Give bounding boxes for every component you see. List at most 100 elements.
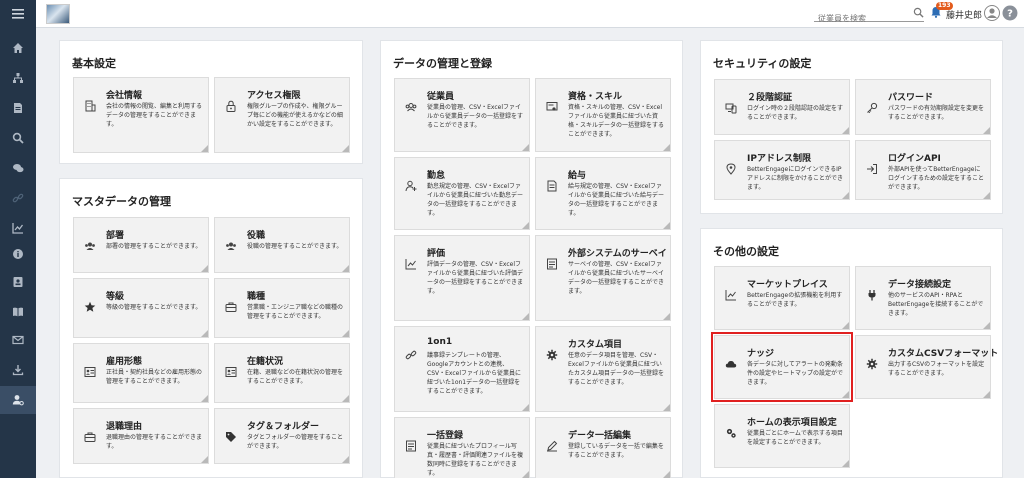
card-title: 雇用形態 xyxy=(106,357,143,367)
card-data-connection[interactable]: データ接続設定 他のサービスのAPI・RPAとBetterEngageを接続する… xyxy=(855,266,991,330)
card-title: パスワード xyxy=(888,93,934,103)
mail-icon[interactable] xyxy=(0,326,36,354)
card-title: ナッジ xyxy=(747,349,775,359)
panel-title: 基本設定 xyxy=(72,57,116,70)
chat-icon[interactable] xyxy=(0,154,36,182)
card-bulk-edit[interactable]: データ一括編集 登録しているデータを一括で編集をすることができます。 xyxy=(535,417,671,478)
card-description: 役職の管理をすることができます。 xyxy=(247,243,343,250)
card-description: 等級の管理をすることができます。 xyxy=(106,304,202,311)
card-title: 部署 xyxy=(106,231,125,241)
survey-icon xyxy=(547,258,557,270)
card-salary[interactable]: 給与 給与規定の管理、CSV・Excelファイルから従業員に紐づいた給与データの… xyxy=(535,157,671,230)
search-input[interactable] xyxy=(814,11,906,26)
chart-line-icon xyxy=(725,290,736,301)
menu-icon[interactable] xyxy=(0,0,36,28)
card-title: ログインAPI xyxy=(888,154,941,164)
gears-icon xyxy=(726,428,736,438)
department-icon xyxy=(85,242,95,250)
card-description: 従業員に紐づいたプロフィール写真・履歴書・評価関連ファイルを複数同時に登録をする… xyxy=(427,443,524,477)
card-description: 他のサービスのAPI・RPAとBetterEngageを接続することができます。 xyxy=(888,292,984,317)
card-title: ２段階認証 xyxy=(747,93,793,103)
card-job-type[interactable]: 職種 営業職・エンジニア職などの職種の管理をすることができます。 xyxy=(214,278,350,338)
card-title: 外部システムのサーベイ xyxy=(568,249,667,259)
card-password[interactable]: パスワード パスワードの有効期限設定を変更をすることができます。 xyxy=(855,79,991,135)
user-name[interactable]: 藤井史郎 xyxy=(946,8,982,21)
card-position[interactable]: 役職 役職の管理をすることができます。 xyxy=(214,217,350,273)
search-icon[interactable] xyxy=(0,124,36,152)
card-enrollment-status[interactable]: 在籍状況 在籍、退職などの在籍状況の管理をすることができます。 xyxy=(214,343,350,403)
download-icon[interactable] xyxy=(0,356,36,384)
card-login-api[interactable]: ログインAPI 外部APIを使ってBetterEngageにログインするための設… xyxy=(855,140,991,200)
card-description: 従業員ごとにホームで表示する項目を設定することができます。 xyxy=(747,430,843,446)
card-title: 勤怠 xyxy=(427,171,446,181)
home-icon[interactable] xyxy=(0,34,36,62)
card-access-rights[interactable]: アクセス権限 権限グループの作成や、権限グループ毎にどの機能が使えるかなどの細か… xyxy=(214,77,350,153)
avatar-icon[interactable] xyxy=(984,5,1000,21)
card-title: カスタム項目 xyxy=(568,340,623,350)
link-icon[interactable] xyxy=(0,184,36,212)
card-title: 退職理由 xyxy=(106,422,143,432)
panel-title: マスタデータの管理 xyxy=(72,195,171,208)
plug-icon xyxy=(868,290,876,301)
top-header: 193 藤井史郎 ? xyxy=(36,0,1024,28)
user-settings-icon[interactable] xyxy=(0,386,36,414)
card-evaluation[interactable]: 評価 評価データの管理、CSV・Excelファイルから従業員に紐づいた評価データ… xyxy=(394,235,530,321)
lock-icon xyxy=(226,100,236,112)
card-external-survey[interactable]: 外部システムのサーベイ サーベイの管理、CSV・Excelファイルから従業員に紐… xyxy=(535,235,671,321)
map-pin-icon xyxy=(726,163,736,175)
panel-master-data: マスタデータの管理 部署 部署の管理をすることができます。 役職 役職の管理をす… xyxy=(59,178,363,478)
info-icon[interactable] xyxy=(0,240,36,268)
card-1on1[interactable]: 1on1 議事録テンプレートの管理、Googleアカウントとの連携、CSV・Ex… xyxy=(394,326,530,412)
card-qualification-skill[interactable]: 資格・スキル 資格・スキルの管理、CSV・Excelファイルから従業員に紐づいた… xyxy=(535,78,671,152)
help-icon[interactable]: ? xyxy=(1002,5,1018,21)
card-title: 職種 xyxy=(247,292,266,302)
card-marketplace[interactable]: マーケットプレイス BetterEngageの拡張機能を利用することができます。 xyxy=(714,266,850,330)
card-title: マーケットプレイス xyxy=(747,280,828,290)
card-department[interactable]: 部署 部署の管理をすることができます。 xyxy=(73,217,209,273)
card-nudge[interactable]: ナッジ 各データに対してアラートの発動条件の設定やヒートマップの設定ができます。 xyxy=(711,332,853,402)
card-description: 従業員の管理、CSV・Excelファイルから従業員データの一括登録をすることがで… xyxy=(427,104,524,129)
card-company-info[interactable]: 会社情報 会社の情報の閲覧、編集と利用する データの管理をすることができます。 xyxy=(73,77,209,153)
document-icon[interactable] xyxy=(0,94,36,122)
link-icon xyxy=(405,350,417,360)
card-title: 従業員 xyxy=(427,92,455,102)
card-title: IPアドレス制限 xyxy=(747,154,811,164)
card-employee[interactable]: 従業員 従業員の管理、CSV・Excelファイルから従業員データの一括登録をする… xyxy=(394,78,530,152)
card-two-factor-auth[interactable]: ２段階認証 ログイン時の２段階認証の設定をすることができます。 xyxy=(714,79,850,135)
employee-search xyxy=(814,6,924,26)
card-title: 等級 xyxy=(106,292,125,302)
card-description: 評価データの管理、CSV・Excelファイルから従業員に紐づいた評価データの一括… xyxy=(427,261,524,295)
card-title: アクセス権限 xyxy=(247,91,301,101)
card-tag-folder[interactable]: タグ＆フォルダー タグとフォルダーの管理をすることができます。 xyxy=(214,408,350,464)
card-attendance[interactable]: 勤怠 勤怠規定の管理、CSV・Excelファイルから従業員に紐づいた勤怠データの… xyxy=(394,157,530,230)
search-icon[interactable] xyxy=(913,7,924,18)
card-description: 各データに対してアラートの発動条件の設定やヒートマップの設定ができます。 xyxy=(747,361,844,386)
card-retirement-reason[interactable]: 退職理由 退職理由の管理をすることができます。 xyxy=(73,408,209,464)
card-grade[interactable]: 等級 等級の管理をすることができます。 xyxy=(73,278,209,338)
contract-icon xyxy=(84,367,96,377)
employees-icon xyxy=(405,103,417,112)
card-description: BetterEngageの拡張機能を利用することができます。 xyxy=(747,292,843,308)
card-employment-type[interactable]: 雇用形態 正社員・契約社員などの雇用形態の管理をすることができます。 xyxy=(73,343,209,403)
org-icon[interactable] xyxy=(0,64,36,92)
id-card-icon[interactable] xyxy=(0,268,36,296)
company-logo[interactable] xyxy=(46,4,70,24)
panel-other-settings: その他の設定 マーケットプレイス BetterEngageの拡張機能を利用するこ… xyxy=(700,228,1003,478)
card-description: 任意のデータ項目を管理、CSV・Excelファイルから従業員に紐づいたカスタム項… xyxy=(568,352,665,386)
card-title: 資格・スキル xyxy=(568,92,623,102)
svg-text:?: ? xyxy=(1007,9,1013,20)
card-custom-fields[interactable]: カスタム項目 任意のデータ項目を管理、CSV・Excelファイルから従業員に紐づ… xyxy=(535,326,671,412)
card-description: 部署の管理をすることができます。 xyxy=(106,243,202,250)
card-bulk-upload[interactable]: 一括登録 従業員に紐づいたプロフィール写真・履歴書・評価関連ファイルを複数同時に… xyxy=(394,417,530,478)
tag-icon xyxy=(226,432,236,442)
card-home-display-settings[interactable]: ホームの表示項目設定 従業員ごとにホームで表示する項目を設定することができます。 xyxy=(714,404,850,468)
card-title: 一括登録 xyxy=(427,431,464,441)
card-ip-restriction[interactable]: IPアドレス制限 BetterEngageにログインできるIPアドレスに制限をか… xyxy=(714,140,850,200)
card-title: データ接続設定 xyxy=(888,280,952,290)
login-icon xyxy=(867,164,877,174)
card-custom-csv-format[interactable]: カスタムCSVフォーマット 出力するCSVのフォーマットを設定することができます… xyxy=(855,335,998,399)
book-icon[interactable] xyxy=(0,298,36,326)
chart-icon[interactable] xyxy=(0,214,36,242)
card-description: 給与規定の管理、CSV・Excelファイルから従業員に紐づいた給与データの一括登… xyxy=(568,183,665,217)
certificate-icon xyxy=(546,102,558,111)
